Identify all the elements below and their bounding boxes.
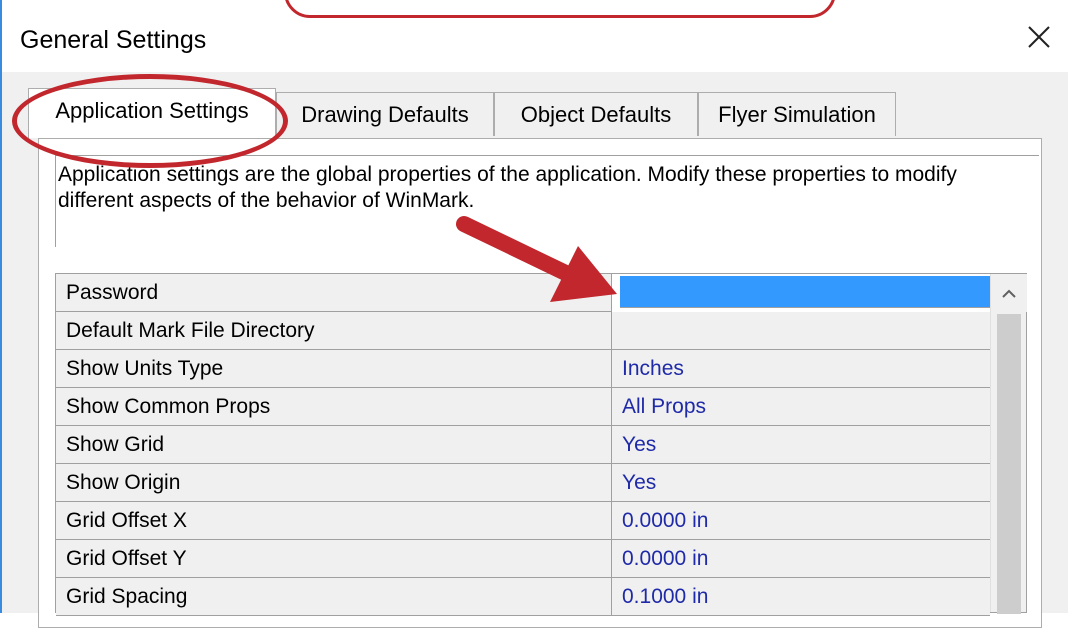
- property-row-default-mark-file-directory[interactable]: Default Mark File Directory: [56, 312, 990, 350]
- property-row-password[interactable]: Password: [56, 274, 990, 312]
- chevron-up-icon: [1002, 289, 1016, 298]
- property-value[interactable]: [612, 312, 990, 350]
- property-name: Grid Spacing: [56, 578, 612, 616]
- application-settings-panel: Application settings are the global prop…: [38, 138, 1042, 628]
- property-name: Grid Offset Y: [56, 540, 612, 578]
- window-title: General Settings: [20, 26, 207, 54]
- password-value-field[interactable]: [620, 276, 990, 308]
- property-row-grid-spacing[interactable]: Grid Spacing 0.1000 in: [56, 578, 990, 616]
- property-name: Show Origin: [56, 464, 612, 502]
- tab-application-settings[interactable]: Application Settings: [28, 88, 276, 138]
- property-value[interactable]: 0.0000 in: [612, 540, 990, 578]
- scroll-up-button[interactable]: [991, 274, 1027, 312]
- title-bar: General Settings: [2, 0, 1068, 72]
- property-row-show-common-props[interactable]: Show Common Props All Props: [56, 388, 990, 426]
- property-row-grid-offset-x[interactable]: Grid Offset X 0.0000 in: [56, 502, 990, 540]
- tab-flyer-simulation[interactable]: Flyer Simulation: [698, 92, 896, 136]
- property-value[interactable]: All Props: [612, 388, 990, 426]
- close-icon[interactable]: [1022, 20, 1056, 54]
- tab-drawing-defaults[interactable]: Drawing Defaults: [276, 92, 494, 136]
- property-row-grid-offset-y[interactable]: Grid Offset Y 0.0000 in: [56, 540, 990, 578]
- vertical-scrollbar[interactable]: [990, 274, 1027, 614]
- property-name: Grid Offset X: [56, 502, 612, 540]
- property-name: Show Grid: [56, 426, 612, 464]
- property-value[interactable]: Yes: [612, 464, 990, 502]
- annotation-highlight-top: [284, 0, 836, 18]
- property-value[interactable]: 0.0000 in: [612, 502, 990, 540]
- property-value[interactable]: Inches: [612, 350, 990, 388]
- property-value[interactable]: Yes: [612, 426, 990, 464]
- property-name: Password: [56, 274, 612, 312]
- property-name: Show Common Props: [56, 388, 612, 426]
- general-settings-window: General Settings Application Settings Dr…: [0, 0, 1068, 628]
- scroll-thumb[interactable]: [997, 314, 1021, 614]
- property-row-show-grid[interactable]: Show Grid Yes: [56, 426, 990, 464]
- property-grid: Password Default Mark File Directory Sho…: [55, 273, 1027, 616]
- property-name: Default Mark File Directory: [56, 312, 612, 350]
- property-value[interactable]: 0.1000 in: [612, 578, 990, 616]
- property-row-show-origin[interactable]: Show Origin Yes: [56, 464, 990, 502]
- panel-description: Application settings are the global prop…: [55, 155, 1039, 247]
- property-row-show-units-type[interactable]: Show Units Type Inches: [56, 350, 990, 388]
- property-name: Show Units Type: [56, 350, 612, 388]
- tab-object-defaults[interactable]: Object Defaults: [494, 92, 698, 136]
